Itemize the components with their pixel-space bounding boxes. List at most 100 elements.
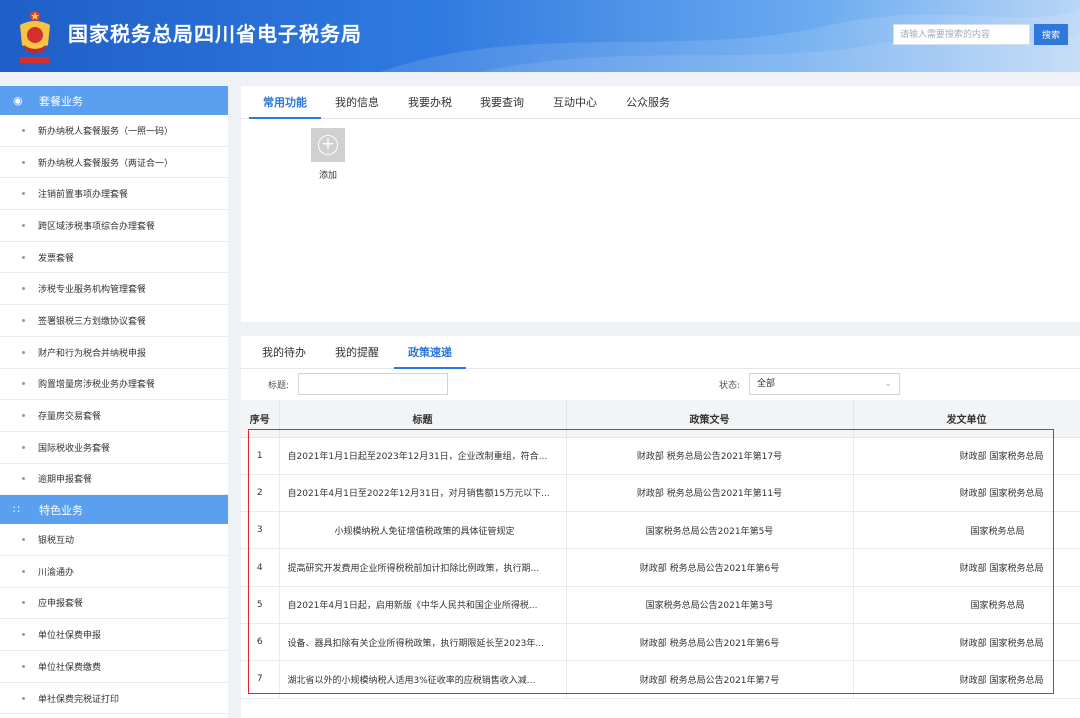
bullet-icon <box>22 664 25 668</box>
table-row[interactable]: 1 自2021年1月1日起至2023年12月31日，企业改制重组，符合... 财… <box>241 437 1080 475</box>
sidebar-item[interactable]: 存量房交易套餐 <box>0 400 228 432</box>
sidebar-group-featured[interactable]: ∷ 特色业务 <box>0 495 228 525</box>
table-row[interactable]: 2 自2021年4月1日至2022年12月31日，对月销售额15万元以下... … <box>241 474 1080 513</box>
bullet-icon <box>22 287 25 291</box>
column-header-doc-number: 政策文号 <box>566 400 854 438</box>
row-issuer: 财政部 国家税务总局 <box>853 437 1080 475</box>
title-filter-input[interactable] <box>298 373 448 395</box>
title-filter-label: 标题: <box>268 381 290 391</box>
row-title-link[interactable]: 自2021年4月1日起，启用新版《中华人民共和国企业所得税... <box>279 586 567 624</box>
row-issuer: 财政部 国家税务总局 <box>853 474 1080 513</box>
grid-icon: ∷ <box>13 503 20 517</box>
bullet-icon <box>22 318 25 322</box>
bullet-icon <box>22 601 25 605</box>
sidebar-item[interactable]: 逾期申报套餐 <box>0 464 228 496</box>
row-index: 4 <box>241 548 280 587</box>
table-row[interactable]: 6 设备、器具扣除有关企业所得税政策，执行期限延长至2023年... 财政部 税… <box>241 623 1080 662</box>
bullet-icon <box>22 350 25 354</box>
tab-public-service[interactable]: 公众服务 <box>626 86 670 119</box>
sidebar-item[interactable]: 发票套餐 <box>0 242 228 274</box>
sidebar-item[interactable]: 银税互动 <box>0 524 228 556</box>
sidebar-group-package[interactable]: ◉ 套餐业务 <box>0 86 228 115</box>
bullet-icon <box>22 414 25 418</box>
table-row[interactable]: 3 小规模纳税人免征增值税政策的具体征管规定 国家税务总局公告2021年第5号 … <box>241 511 1080 550</box>
row-doc-number: 财政部 税务总局公告2021年第17号 <box>566 437 854 475</box>
sidebar-item[interactable]: 涉税专业服务机构管理套餐 <box>0 273 228 306</box>
row-doc-number: 国家税务总局公告2021年第3号 <box>566 586 854 624</box>
row-index: 2 <box>241 474 280 513</box>
bullet-icon <box>22 445 25 449</box>
bullet-icon <box>22 192 25 196</box>
row-title-link[interactable]: 小规模纳税人免征增值税政策的具体征管规定 <box>279 511 567 550</box>
column-header-issuer: 发文单位 <box>853 400 1080 438</box>
table-row[interactable]: 4 提高研究开发费用企业所得税税前加计扣除比例政策，执行期... 财政部 税务总… <box>241 548 1080 587</box>
tab-my-info[interactable]: 我的信息 <box>335 86 379 119</box>
bullet-icon <box>22 255 25 259</box>
row-index: 7 <box>241 660 280 699</box>
sidebar-item[interactable]: 新办纳税人套餐服务（一照一码） <box>0 115 228 147</box>
sidebar-item[interactable]: 注销前置事项办理套餐 <box>0 178 228 211</box>
bullet-icon <box>22 128 25 132</box>
sidebar-item[interactable]: 川渝通办 <box>0 556 228 588</box>
search-input[interactable] <box>893 24 1030 45</box>
row-index: 5 <box>241 586 280 624</box>
status-filter-value: 全部 <box>757 379 776 389</box>
row-issuer: 国家税务总局 <box>853 511 1080 550</box>
tab-policy-express[interactable]: 政策速递 <box>394 336 466 369</box>
table-row[interactable]: 5 自2021年4月1日起，启用新版《中华人民共和国企业所得税... 国家税务总… <box>241 586 1080 624</box>
add-function-label: 添加 <box>318 171 337 181</box>
row-title-link[interactable]: 湖北省以外的小规模纳税人适用3%征收率的应税销售收入减... <box>279 660 567 699</box>
sidebar-item[interactable]: 跨区域涉税事项综合办理套餐 <box>0 210 228 242</box>
bullet-icon <box>22 382 25 386</box>
tab-my-reminders[interactable]: 我的提醒 <box>335 336 379 369</box>
plus-circle-icon: + <box>318 135 338 155</box>
tab-interaction-center[interactable]: 互动中心 <box>553 86 597 119</box>
status-filter-select[interactable]: 全部 ⌄ <box>749 373 900 395</box>
bullet-icon <box>22 569 25 573</box>
bullet-icon <box>22 477 25 481</box>
row-title-link[interactable]: 提高研究开发费用企业所得税税前加计扣除比例政策，执行期... <box>279 548 567 587</box>
tab-tax-handling[interactable]: 我要办税 <box>408 86 452 119</box>
sidebar-group-label: 特色业务 <box>39 503 83 517</box>
tab-my-todo[interactable]: 我的待办 <box>262 336 306 369</box>
column-header-title: 标题 <box>279 400 567 438</box>
add-function-button[interactable]: + <box>311 128 345 162</box>
bullet-icon <box>22 223 25 227</box>
sidebar-item[interactable]: 签署银税三方划缴协议套餐 <box>0 305 228 337</box>
functions-panel: 常用功能 我的信息 我要办税 我要查询 互动中心 公众服务 + 添加 <box>241 86 1080 322</box>
sidebar-item[interactable]: 应申报套餐 <box>0 588 228 620</box>
row-issuer: 财政部 国家税务总局 <box>853 623 1080 662</box>
row-index: 1 <box>241 437 280 475</box>
status-filter-label: 状态: <box>719 381 741 391</box>
sidebar-item[interactable]: 财产和行为税合并纳税申报 <box>0 337 228 369</box>
row-index: 3 <box>241 511 280 550</box>
row-doc-number: 财政部 税务总局公告2021年第7号 <box>566 660 854 699</box>
bullet-icon <box>22 160 25 164</box>
site-title: 国家税务总局四川省电子税务局 <box>68 22 362 46</box>
row-doc-number: 财政部 税务总局公告2021年第6号 <box>566 623 854 662</box>
tab-common-functions[interactable]: 常用功能 <box>249 86 321 119</box>
sidebar-item[interactable]: 单社保费完税证打印 <box>0 683 228 715</box>
sidebar-item[interactable]: 新办纳税人套餐服务（两证合一） <box>0 147 228 179</box>
row-doc-number: 财政部 税务总局公告2021年第11号 <box>566 474 854 513</box>
sidebar-item[interactable]: 国际税收业务套餐 <box>0 432 228 464</box>
row-title-link[interactable]: 设备、器具扣除有关企业所得税政策，执行期限延长至2023年... <box>279 623 567 662</box>
table-row[interactable]: 7 湖北省以外的小规模纳税人适用3%征收率的应税销售收入减... 财政部 税务总… <box>241 660 1080 699</box>
tab-query[interactable]: 我要查询 <box>480 86 524 119</box>
bullet-icon <box>22 633 25 637</box>
top-header: 国家税务总局四川省电子税务局 搜索 <box>0 0 1080 72</box>
column-header-index: 序号 <box>241 400 280 438</box>
row-title-link[interactable]: 自2021年4月1日至2022年12月31日，对月销售额15万元以下... <box>279 474 567 513</box>
tax-emblem-logo <box>12 9 58 65</box>
bullet-icon <box>22 696 25 700</box>
sidebar-item[interactable]: 购置增量房涉税业务办理套餐 <box>0 369 228 401</box>
row-doc-number: 财政部 税务总局公告2021年第6号 <box>566 548 854 587</box>
search-button[interactable]: 搜索 <box>1034 24 1068 45</box>
sidebar: ◉ 套餐业务 新办纳税人套餐服务（一照一码） 新办纳税人套餐服务（两证合一） 注… <box>0 86 228 718</box>
row-issuer: 财政部 国家税务总局 <box>853 548 1080 587</box>
row-index: 6 <box>241 623 280 662</box>
sidebar-item[interactable]: 单位社保费缴费 <box>0 651 228 683</box>
sidebar-item[interactable]: 单位社保费申报 <box>0 619 228 651</box>
row-title-link[interactable]: 自2021年1月1日起至2023年12月31日，企业改制重组，符合... <box>279 437 567 475</box>
bullet-icon <box>22 538 25 542</box>
